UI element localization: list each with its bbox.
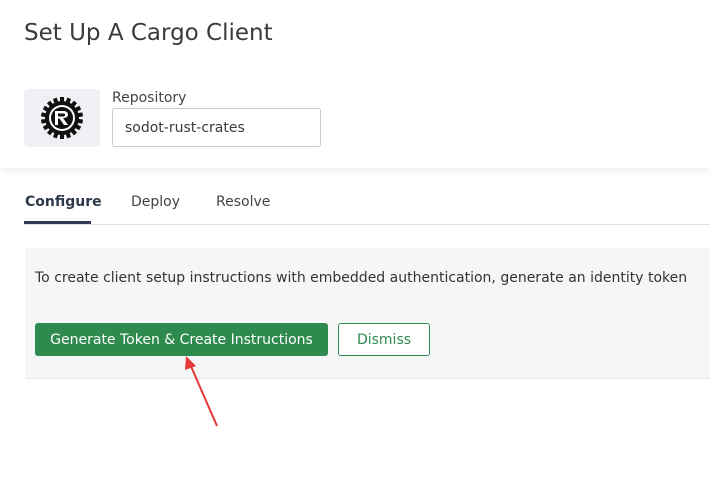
- tab-configure[interactable]: Configure: [25, 194, 102, 210]
- active-tab-indicator: [24, 221, 91, 224]
- tab-bar: Configure Deploy Resolve: [24, 184, 710, 225]
- token-panel: To create client setup instructions with…: [25, 248, 710, 379]
- page-header: Set Up A Cargo Client Repository sodot-r…: [0, 0, 710, 168]
- dismiss-button[interactable]: Dismiss: [338, 323, 430, 356]
- tab-deploy[interactable]: Deploy: [131, 194, 180, 210]
- page-title: Set Up A Cargo Client: [24, 20, 273, 46]
- repository-logo: [24, 89, 100, 147]
- rust-logo-icon: [40, 97, 84, 139]
- annotation-arrow-icon: [185, 356, 218, 427]
- tab-resolve[interactable]: Resolve: [216, 194, 270, 210]
- repository-label: Repository: [112, 90, 187, 106]
- repository-input[interactable]: [112, 108, 321, 147]
- token-instructions-message: To create client setup instructions with…: [35, 270, 688, 286]
